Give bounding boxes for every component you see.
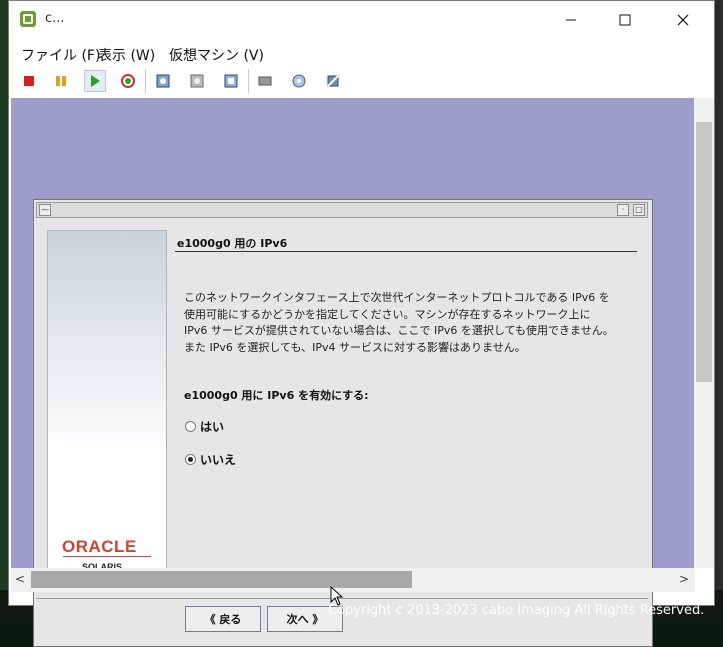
- radio-selected-dot: [188, 457, 193, 462]
- vertical-scrollbar[interactable]: [694, 98, 714, 568]
- dialog-menu-button[interactable]: —: [39, 204, 51, 216]
- scroll-right-arrow-icon[interactable]: >: [679, 572, 689, 586]
- horizontal-scroll-thumb[interactable]: [31, 571, 412, 588]
- disk-icon[interactable]: [254, 70, 276, 92]
- dialog-minimize-button[interactable]: ·: [617, 204, 629, 216]
- heading-divider: [175, 251, 637, 252]
- settings-icon[interactable]: [322, 70, 344, 92]
- close-button[interactable]: [660, 1, 706, 39]
- option-no[interactable]: いいえ: [185, 451, 236, 468]
- stop-icon[interactable]: [18, 70, 40, 92]
- dialog-title-bar: — · □: [36, 202, 648, 218]
- menu-file[interactable]: ファイル (F): [21, 45, 100, 65]
- snapshot-icon[interactable]: [152, 70, 174, 92]
- radio-yes[interactable]: [185, 421, 196, 432]
- menu-bar: ファイル (F) 表示 (W) 仮想マシン (V): [9, 41, 714, 65]
- horizontal-scrollbar[interactable]: < >: [11, 568, 695, 592]
- vm-screen[interactable]: — · □ ORACLE SOLARIS e1000g0 用の IPv6 このネ…: [11, 98, 696, 647]
- logo-underline: [63, 556, 151, 557]
- cd-icon[interactable]: [288, 70, 310, 92]
- option-no-label: いいえ: [200, 453, 237, 467]
- revert-snapshot-icon[interactable]: [186, 70, 208, 92]
- snapshot-manager-icon[interactable]: [220, 70, 242, 92]
- back-button[interactable]: 《 戻る: [185, 606, 261, 632]
- dialog-maximize-button[interactable]: □: [633, 204, 645, 216]
- copyright-text: Copyright c 2013-2023 cabo Imaging All R…: [328, 603, 705, 618]
- ipv6-question: e1000g0 用に IPv6 を有効にする:: [184, 389, 369, 402]
- option-yes-label: はい: [200, 420, 225, 434]
- radio-no[interactable]: [185, 454, 196, 465]
- toolbar-separator: [248, 69, 249, 93]
- toolbar: [9, 65, 714, 95]
- vm-console-window: c... ファイル (F) 表示 (W) 仮想マシン (V) — · □ ORA…: [8, 0, 715, 647]
- oracle-logo: ORACLE: [62, 537, 137, 556]
- side-panel: ORACLE SOLARIS: [47, 230, 167, 580]
- minimize-button[interactable]: [548, 1, 594, 39]
- vmware-app-icon: [19, 10, 37, 28]
- reset-icon[interactable]: [117, 70, 139, 92]
- scroll-left-arrow-icon[interactable]: <: [15, 572, 25, 586]
- maximize-button[interactable]: [602, 1, 648, 39]
- menu-view[interactable]: 表示 (W): [98, 45, 155, 65]
- window-title: c...: [45, 11, 65, 26]
- pause-icon[interactable]: [50, 70, 72, 92]
- dialog-heading: e1000g0 用の IPv6: [177, 237, 288, 250]
- menu-vm[interactable]: 仮想マシン (V): [169, 45, 264, 65]
- dialog-description: このネットワークインタフェース上で次世代インターネットプロトコルである IPv6…: [184, 291, 614, 354]
- option-yes[interactable]: はい: [185, 418, 224, 435]
- title-bar[interactable]: c...: [9, 1, 714, 39]
- vertical-scroll-thumb[interactable]: [696, 122, 712, 382]
- play-icon[interactable]: [84, 70, 106, 92]
- toolbar-separator: [145, 69, 146, 93]
